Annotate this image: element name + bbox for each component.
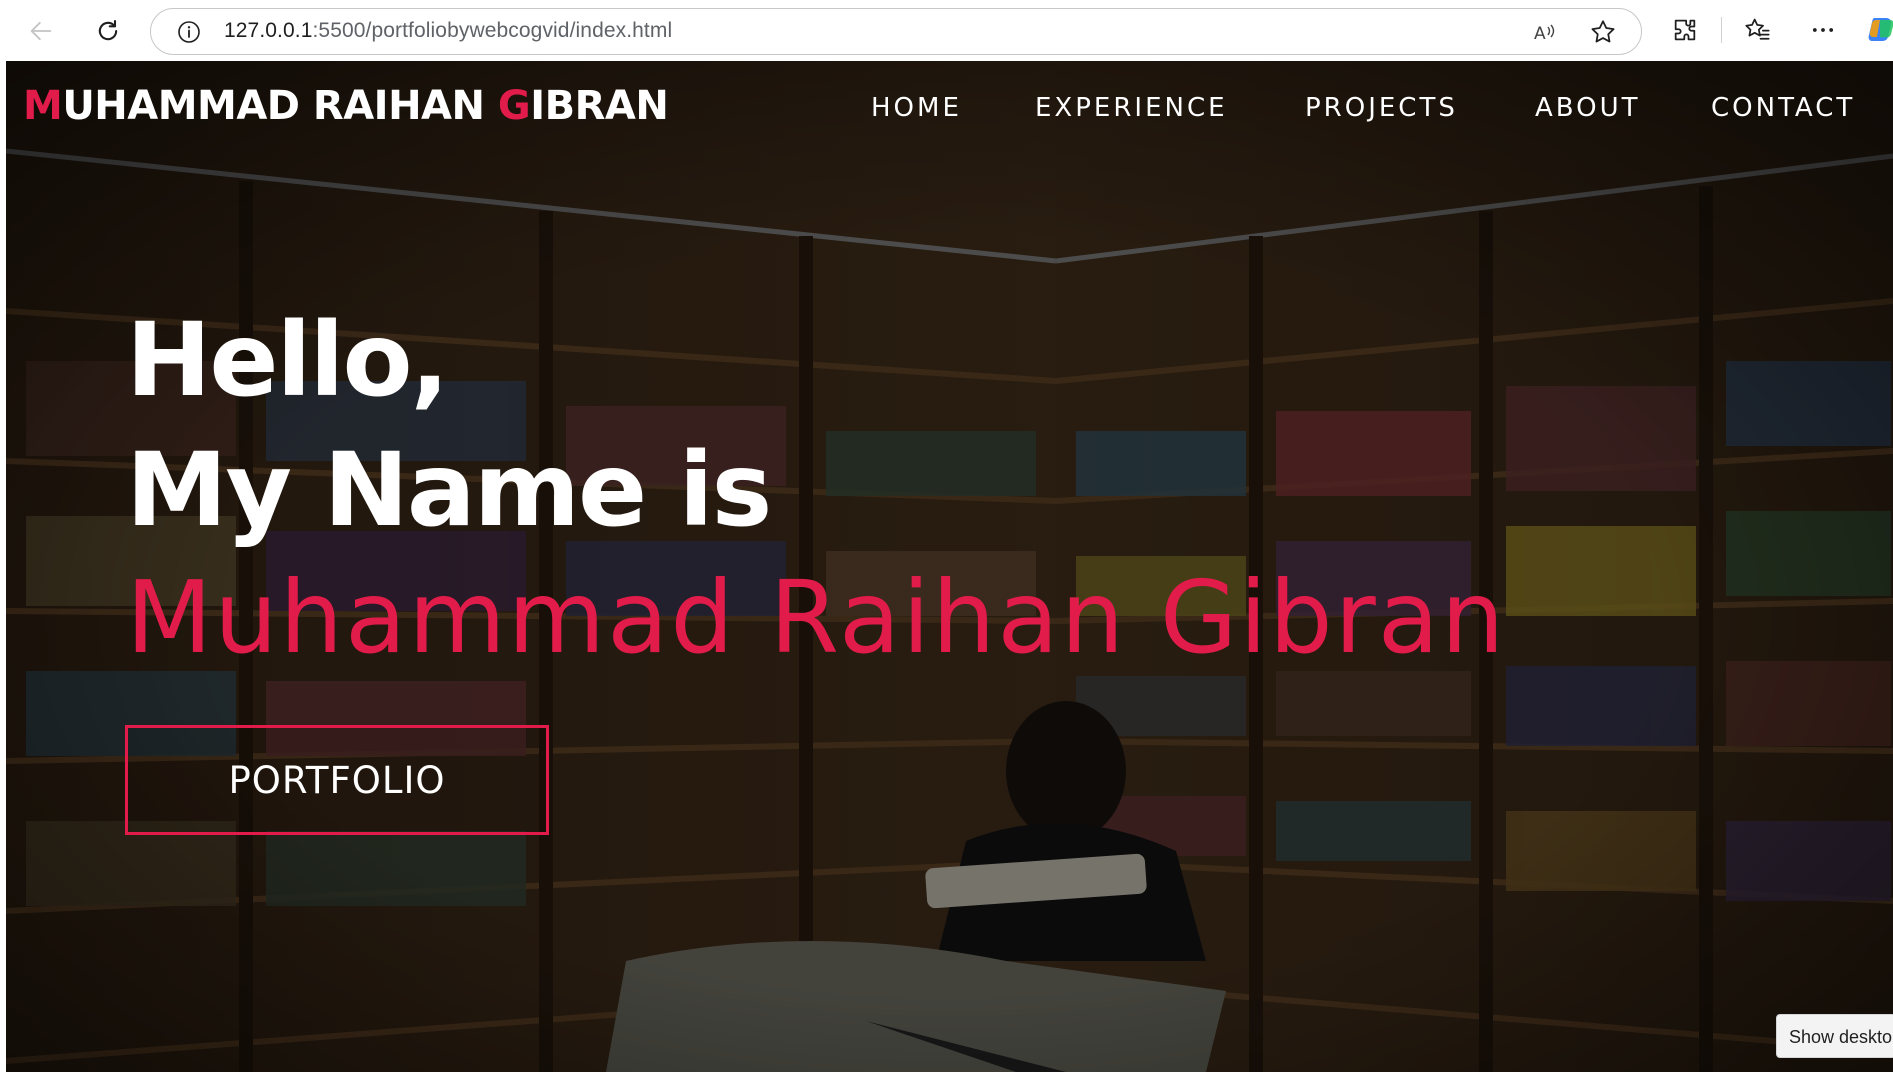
info-icon[interactable] (177, 20, 201, 44)
url-host: 127.0.0.1 (224, 19, 313, 42)
page-viewport: MUHAMMAD RAIHAN GIBRAN HOME EXPERIENCE P… (6, 61, 1893, 1072)
more-icon (1812, 28, 1834, 32)
back-button[interactable] (21, 11, 61, 51)
browser-toolbar: 127.0.0.1:5500/portfoliobywebcogvid/inde… (0, 0, 1893, 60)
copilot-icon[interactable] (1866, 14, 1893, 44)
hero-name: Muhammad Raihan Gibran (126, 559, 1507, 676)
extensions-button[interactable] (1668, 13, 1702, 47)
url-text[interactable]: 127.0.0.1:5500/portfoliobywebcogvid/inde… (224, 19, 672, 43)
nav-link-about[interactable]: ABOUT (1535, 93, 1641, 123)
svg-text:A: A (1534, 24, 1546, 44)
more-button[interactable] (1806, 13, 1840, 47)
hero-intro: My Name is (126, 431, 772, 550)
hero-greeting: Hello, (126, 301, 449, 420)
favorites-icon (1745, 18, 1770, 40)
nav-link-experience[interactable]: EXPERIENCE (1035, 93, 1228, 123)
nav-link-projects[interactable]: PROJECTS (1305, 93, 1458, 123)
reload-button[interactable] (88, 11, 128, 51)
url-path: :5500/portfoliobywebcogvid/index.html (312, 19, 673, 42)
read-aloud-icon[interactable]: A (1531, 19, 1559, 47)
address-bar[interactable]: 127.0.0.1:5500/portfoliobywebcogvid/inde… (150, 8, 1642, 55)
toolbar-divider (1721, 17, 1722, 43)
star-icon[interactable] (1589, 18, 1617, 46)
site-nav: HOME EXPERIENCE PROJECTS ABOUT CONTACT (6, 93, 1893, 133)
reload-icon (98, 20, 118, 41)
show-desktop-tooltip: Show desktop (1776, 1014, 1893, 1058)
portfolio-button[interactable]: PORTFOLIO (125, 725, 549, 835)
nav-link-contact[interactable]: CONTACT (1711, 93, 1855, 123)
extensions-icon (1674, 19, 1696, 41)
back-icon (30, 21, 52, 41)
nav-link-home[interactable]: HOME (871, 93, 962, 123)
favorites-button[interactable] (1740, 13, 1774, 47)
